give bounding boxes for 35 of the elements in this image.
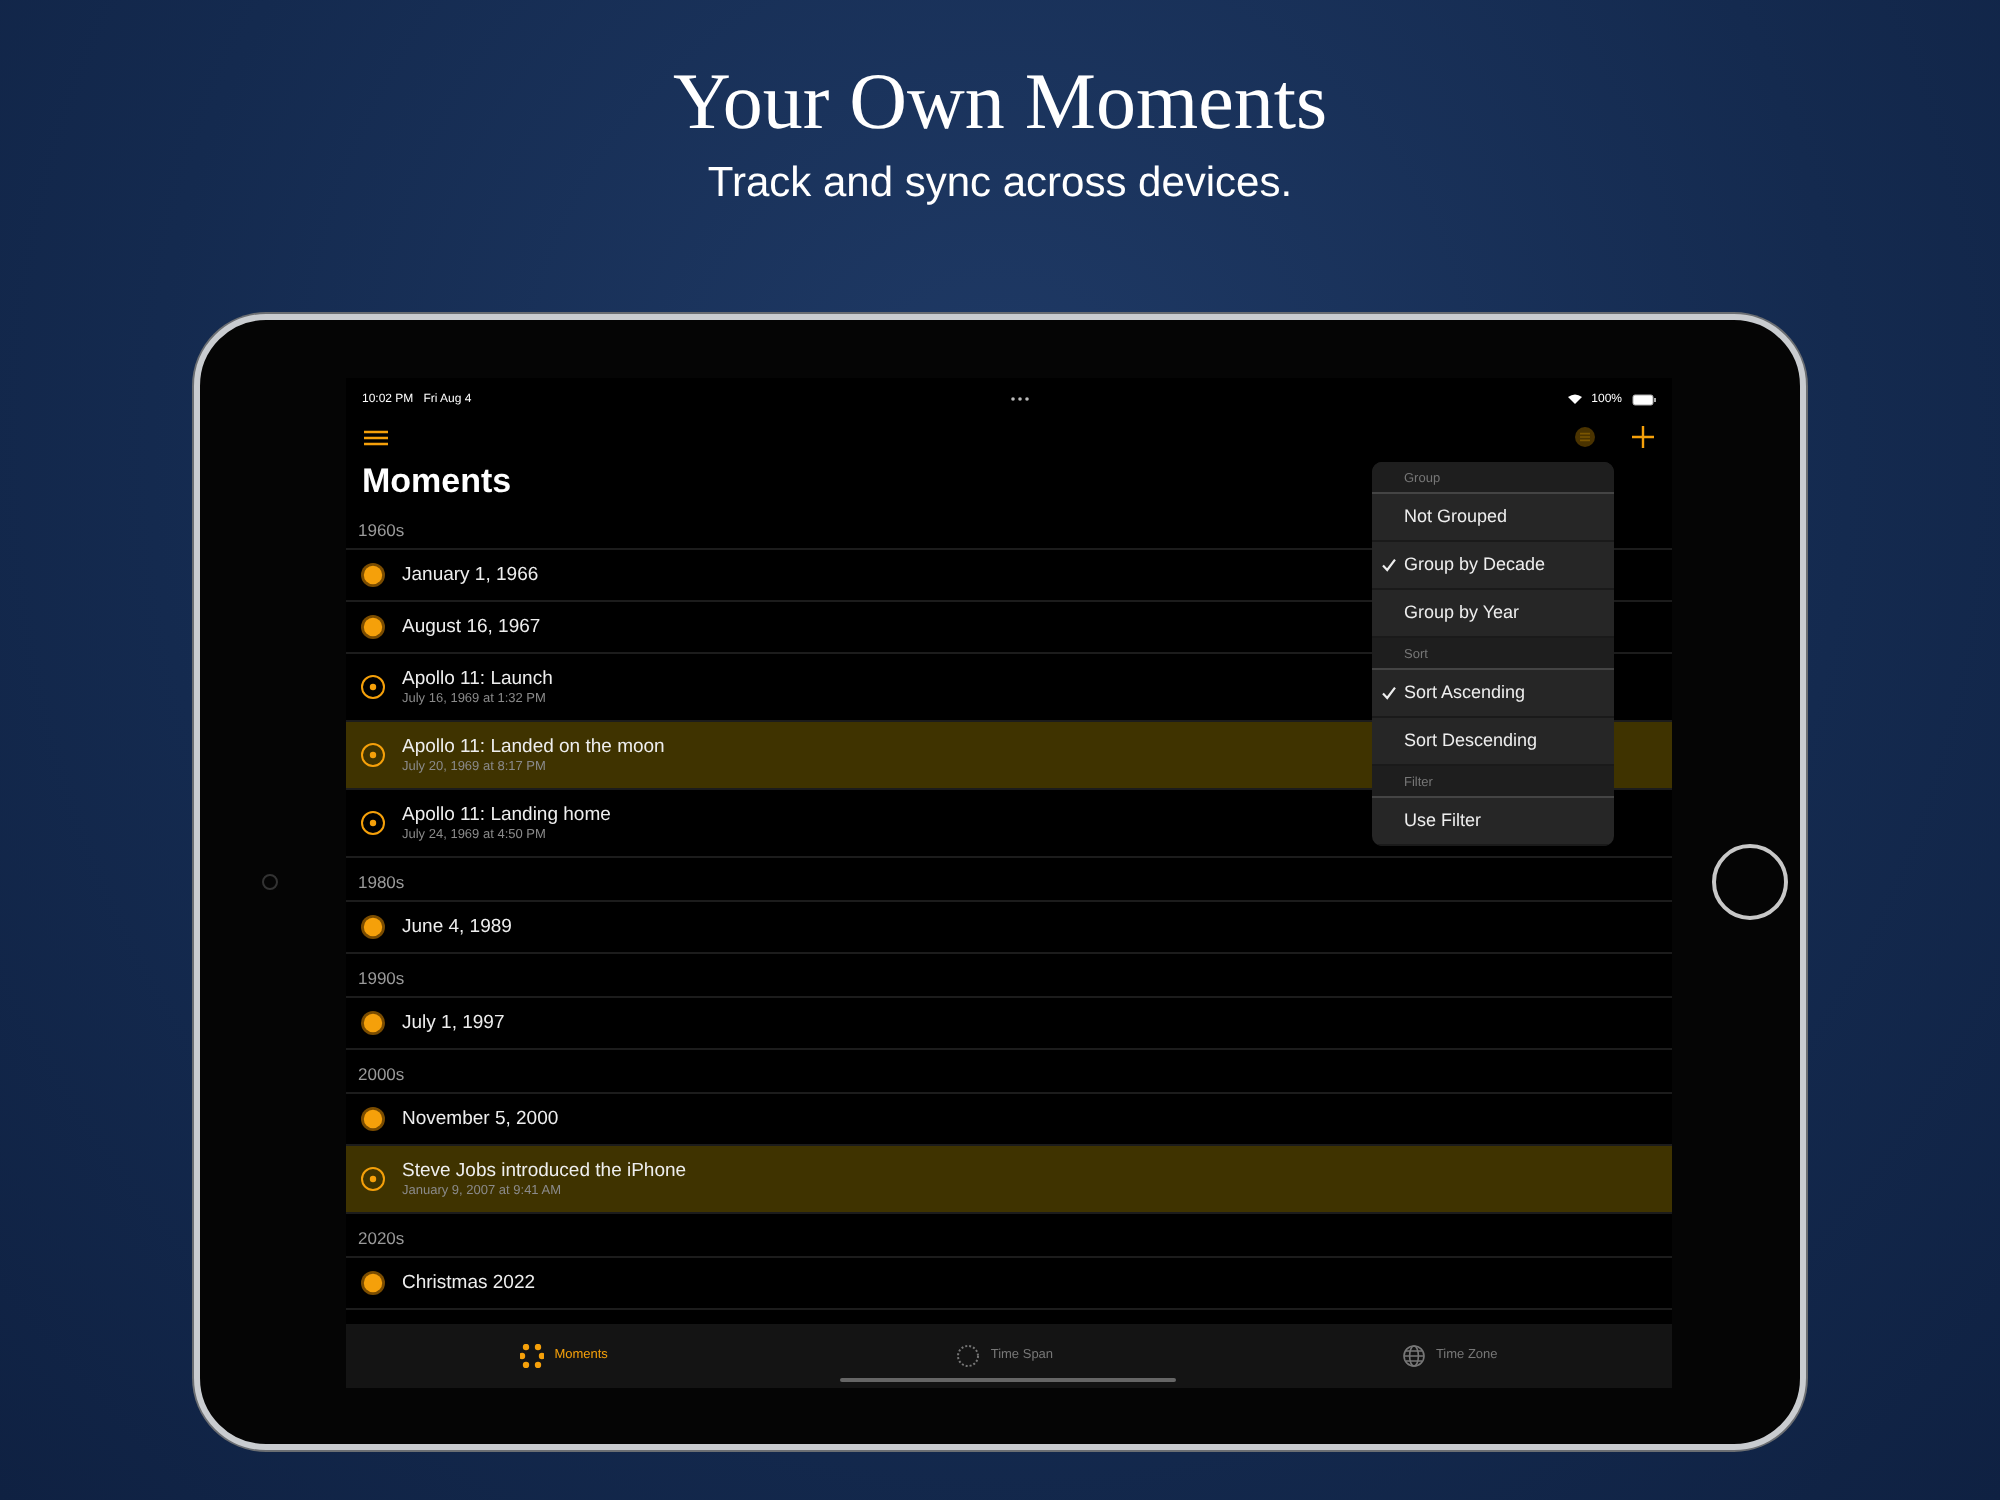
section-header: 1990s: [346, 953, 1672, 997]
section-header: 1980s: [346, 857, 1672, 901]
menu-item[interactable]: Sort Ascending: [1372, 669, 1614, 717]
moment-title: Christmas 2022: [402, 1271, 536, 1293]
section-header: 2020s: [346, 1213, 1672, 1257]
wifi-icon: [1567, 394, 1582, 404]
menu-item[interactable]: Group by Decade: [1372, 541, 1614, 589]
moment-title: November 5, 2000: [402, 1107, 559, 1129]
menu-item[interactable]: Use Filter: [1372, 797, 1614, 845]
screen-title: Moments: [362, 459, 512, 503]
moment-title: August 16, 1967: [402, 615, 541, 637]
dashed-circle-icon: [956, 1343, 981, 1367]
moment-row[interactable]: Christmas 2022: [346, 1257, 1672, 1309]
moment-title: June 4, 1989: [402, 915, 512, 937]
moment-title: July 1, 1997: [402, 1011, 505, 1033]
menu-icon[interactable]: [364, 429, 388, 445]
section-header: 2000s: [346, 1049, 1672, 1093]
globe-icon: [1401, 1343, 1426, 1367]
moment-title: Apollo 11: Landing home: [402, 803, 611, 825]
moment-row[interactable]: July 1, 1997: [346, 997, 1672, 1049]
list-circle-icon[interactable]: [1574, 426, 1596, 448]
subheadline: Track and sync across devices.: [707, 160, 1293, 208]
moment-title: January 1, 1966: [402, 563, 539, 585]
dots-flower-icon: [520, 1343, 545, 1367]
moment-title: Apollo 11: Launch: [402, 667, 553, 689]
headline: Your Own Moments: [672, 56, 1328, 148]
battery-icon: [1632, 393, 1656, 405]
moment-row[interactable]: June 4, 1989: [346, 901, 1672, 953]
moment-title: Steve Jobs introduced the iPhone: [402, 1159, 687, 1181]
home-button[interactable]: [1712, 844, 1788, 920]
menu-item[interactable]: Not Grouped: [1372, 493, 1614, 541]
more-dots-icon: [1009, 396, 1030, 402]
add-icon[interactable]: [1632, 426, 1654, 448]
moment-title: Apollo 11: Landed on the moon: [402, 735, 665, 757]
camera-icon: [262, 874, 278, 890]
